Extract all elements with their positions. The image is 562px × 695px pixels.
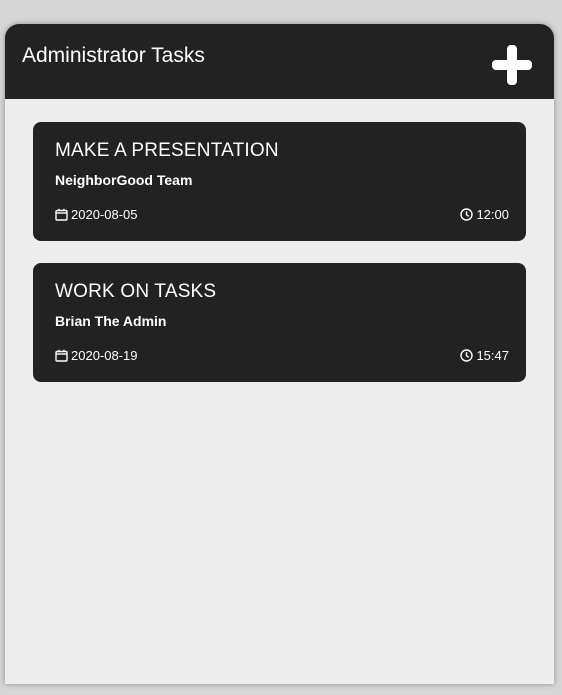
task-card[interactable]: MAKE A PRESENTATION NeighborGood Team 20… bbox=[33, 122, 526, 241]
page: Administrator Tasks MAKE A PRESENTATION … bbox=[0, 0, 562, 695]
tasks-panel: Administrator Tasks MAKE A PRESENTATION … bbox=[5, 24, 554, 684]
clock-icon bbox=[460, 349, 474, 362]
task-owner: NeighborGood Team bbox=[55, 172, 193, 188]
task-date-value: 2020-08-05 bbox=[71, 207, 138, 222]
task-owner: Brian The Admin bbox=[55, 313, 167, 329]
plus-icon bbox=[492, 45, 532, 85]
task-date: 2020-08-05 bbox=[55, 207, 138, 222]
task-time: 15:47 bbox=[460, 348, 509, 363]
task-time-value: 12:00 bbox=[476, 207, 509, 222]
calendar-icon bbox=[55, 208, 68, 221]
task-time: 12:00 bbox=[460, 207, 509, 222]
panel-header: Administrator Tasks bbox=[5, 24, 554, 99]
calendar-icon bbox=[55, 349, 68, 362]
clock-icon bbox=[460, 208, 474, 221]
add-task-button[interactable] bbox=[488, 41, 536, 89]
task-time-value: 15:47 bbox=[476, 348, 509, 363]
task-card[interactable]: WORK ON TASKS Brian The Admin 2020-08-19 bbox=[33, 263, 526, 382]
task-date-value: 2020-08-19 bbox=[71, 348, 138, 363]
task-title: WORK ON TASKS bbox=[55, 281, 217, 302]
page-title: Administrator Tasks bbox=[22, 44, 205, 67]
task-title: MAKE A PRESENTATION bbox=[55, 140, 279, 161]
task-date: 2020-08-19 bbox=[55, 348, 138, 363]
